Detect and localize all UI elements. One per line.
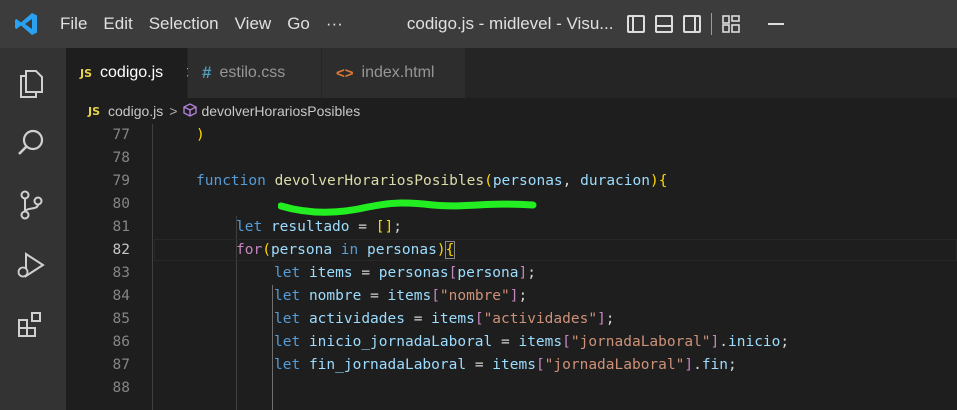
code-text: let items = personas[persona];	[274, 265, 536, 281]
source-control-icon[interactable]	[14, 188, 48, 222]
run-debug-icon[interactable]	[14, 248, 48, 282]
tab-codigo-js[interactable]: JS codigo.js ✕	[66, 48, 199, 98]
js-file-icon: JS	[80, 66, 93, 80]
menu-view[interactable]: View	[227, 14, 280, 34]
code-text: function devolverHorariosPosibles(person…	[196, 173, 668, 189]
code-line-current: 82 for(persona in personas){	[66, 239, 957, 262]
code-text: for(persona in personas){	[236, 241, 456, 259]
line-number: 84	[112, 288, 130, 304]
breadcrumb: JS codigo.js > devolverHorariosPosibles	[66, 98, 957, 124]
code-line: 84 let nombre = items["nombre"];	[66, 285, 957, 308]
html-file-icon: <>	[336, 64, 354, 82]
code-text: let inicio_jornadaLaboral = items["jorna…	[274, 334, 790, 350]
menu-file[interactable]: File	[52, 14, 95, 34]
code-text: let resultado = [];	[236, 219, 402, 235]
line-number: 82	[112, 242, 130, 258]
menu-bar: File Edit Selection View Go ···	[52, 0, 351, 48]
menu-selection[interactable]: Selection	[141, 14, 227, 34]
line-number: 79	[112, 173, 130, 189]
code-line: 86 let inicio_jornadaLaboral = items["jo…	[66, 331, 957, 354]
tab-label: estilo.css	[219, 64, 286, 81]
editor-tabs: JS codigo.js ✕ # estilo.css <> index.htm…	[66, 48, 957, 98]
code-text: let fin_jornadaLaboral = items["jornadaL…	[274, 357, 737, 373]
line-number: 80	[112, 196, 130, 212]
line-number: 81	[112, 219, 130, 235]
line-number: 87	[112, 357, 130, 373]
tab-label: index.html	[361, 64, 435, 81]
code-line: 81 let resultado = [];	[66, 216, 957, 239]
line-number: 83	[112, 265, 130, 281]
code-line: 78	[66, 147, 957, 170]
toggle-secondary-sidebar-icon[interactable]	[683, 15, 702, 33]
toggle-primary-sidebar-icon[interactable]	[627, 15, 646, 33]
menu-edit[interactable]: Edit	[95, 14, 140, 34]
code-line: 88	[66, 377, 957, 400]
code-text: let actividades = items["actividades"];	[274, 311, 615, 327]
code-line: 87 let fin_jornadaLaboral = items["jorna…	[66, 354, 957, 377]
window-title: codigo.js - midlevel - Visu...	[406, 14, 614, 33]
code-editor[interactable]: 77 ) 78 79 function devolverHorariosPosi…	[66, 124, 957, 410]
line-number: 88	[112, 380, 130, 396]
line-number: 85	[112, 311, 130, 327]
menu-go[interactable]: Go	[279, 14, 318, 34]
code-line: 77 )	[66, 124, 957, 147]
function-symbol-icon	[183, 102, 198, 120]
breadcrumb-separator: >	[169, 103, 178, 119]
customize-layout-icon[interactable]	[722, 15, 741, 33]
line-number: 77	[112, 127, 130, 143]
line-number: 78	[112, 150, 130, 166]
tab-estilo-css[interactable]: # estilo.css	[188, 48, 322, 98]
extensions-icon[interactable]	[14, 308, 48, 342]
js-file-icon: JS	[88, 104, 101, 118]
title-bar: File Edit Selection View Go ··· codigo.j…	[0, 0, 957, 48]
tab-label: codigo.js	[100, 64, 164, 81]
css-file-icon: #	[202, 63, 212, 82]
breadcrumb-symbol[interactable]: devolverHorariosPosibles	[201, 103, 360, 119]
activity-bar	[0, 48, 66, 410]
code-text: )	[196, 127, 205, 143]
code-line: 79 function devolverHorariosPosibles(per…	[66, 170, 957, 193]
code-line: 83 let items = personas[persona];	[66, 262, 957, 285]
vscode-logo-icon	[0, 0, 52, 48]
title-separator	[711, 13, 713, 35]
menu-more[interactable]: ···	[318, 14, 351, 34]
tab-index-html[interactable]: <> index.html	[322, 48, 466, 98]
line-number: 86	[112, 334, 130, 350]
search-icon[interactable]	[14, 126, 48, 160]
code-line: 85 let actividades = items["actividades"…	[66, 308, 957, 331]
toggle-panel-icon[interactable]	[655, 15, 674, 33]
code-text: let nombre = items["nombre"];	[274, 288, 528, 304]
breadcrumb-file[interactable]: codigo.js	[108, 103, 163, 119]
layout-controls	[627, 13, 741, 35]
code-line: 80	[66, 193, 957, 216]
explorer-icon[interactable]	[14, 66, 48, 100]
minimize-button[interactable]	[768, 23, 785, 25]
